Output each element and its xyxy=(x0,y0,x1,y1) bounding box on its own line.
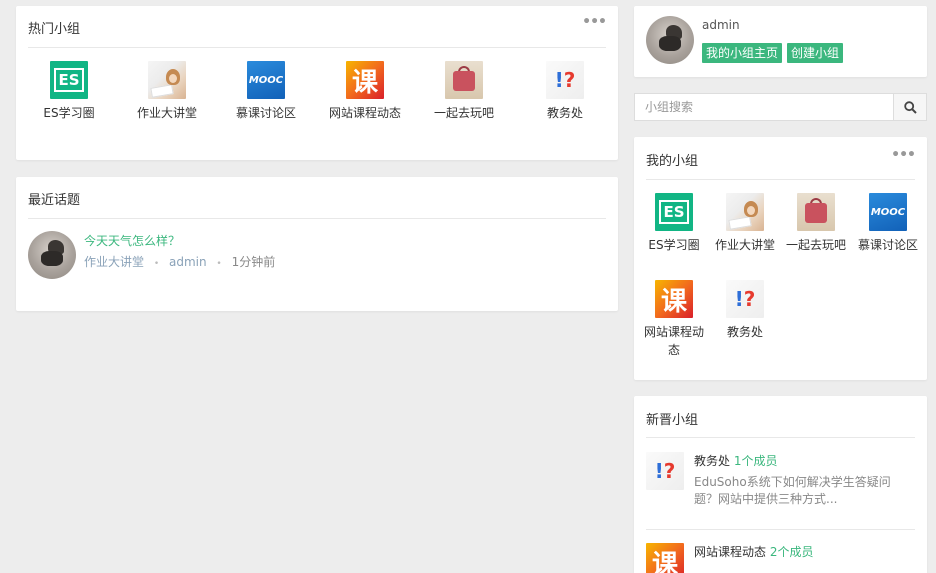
ke-character-icon: 课 xyxy=(346,61,384,99)
topic-meta: 作业大讲堂 • admin • 1分钟前 xyxy=(84,253,275,270)
user-name[interactable]: admin xyxy=(702,18,740,32)
my-group-item[interactable]: MOOC 慕课讨论区 xyxy=(854,193,922,254)
mooc-logo-icon: MOOC xyxy=(869,193,907,231)
new-group-header: 教务处 1个成员 xyxy=(694,452,777,469)
search-button[interactable] xyxy=(893,93,927,121)
new-group-item[interactable]: 课 网站课程动态 2个成员 xyxy=(646,543,916,573)
new-group-name[interactable]: 网站课程动态 xyxy=(694,545,766,559)
group-name: 慕课讨论区 xyxy=(235,106,296,120)
new-group-name[interactable]: 教务处 xyxy=(694,454,730,468)
my-group-home-button[interactable]: 我的小组主页 xyxy=(702,43,783,63)
group-name: 网站课程动态 xyxy=(643,325,704,357)
suitcase-photo-icon xyxy=(445,61,483,99)
separator: • xyxy=(153,259,160,269)
topic-group-link[interactable]: 作业大讲堂 xyxy=(84,255,144,269)
recent-topics-panel: 最近话题 今天天气怎么样？ 作业大讲堂 • admin • 1分钟前 xyxy=(16,177,618,311)
new-groups-title: 新晋小组 xyxy=(646,413,699,428)
group-name: 一起去玩吧 xyxy=(433,106,494,120)
group-name: 作业大讲堂 xyxy=(136,106,197,120)
user-avatar[interactable] xyxy=(646,16,694,64)
group-name: 网站课程动态 xyxy=(328,106,401,120)
new-group-item[interactable]: !? 教务处 1个成员 EduSoho系统下如何解决学生答疑问题？网站中提供三种… xyxy=(646,452,916,512)
group-name: 慕课讨论区 xyxy=(857,238,918,252)
new-group-members: 1个成员 xyxy=(733,454,778,468)
my-groups-title: 我的小组 xyxy=(646,154,699,169)
new-group-desc: EduSoho系统下如何解决学生答疑问题？网站中提供三种方式... xyxy=(694,475,891,506)
es-logo-icon: ES xyxy=(655,193,693,231)
divider xyxy=(646,179,915,180)
recent-topics-title: 最近话题 xyxy=(28,193,81,208)
suitcase-photo-icon xyxy=(797,193,835,231)
question-exclaim-icon: !? xyxy=(726,280,764,318)
group-name: ES学习圈 xyxy=(43,106,95,120)
hot-group-item[interactable]: 一起去玩吧 xyxy=(415,61,513,122)
user-card: admin 我的小组主页 创建小组 xyxy=(634,6,927,77)
student-photo-icon xyxy=(726,193,764,231)
search-icon xyxy=(903,100,917,114)
my-group-item[interactable]: 课 网站课程动态 xyxy=(640,280,708,359)
divider xyxy=(646,529,915,530)
group-name: ES学习圈 xyxy=(648,238,700,252)
question-exclaim-icon: !? xyxy=(646,452,684,490)
new-group-header: 网站课程动态 2个成员 xyxy=(694,543,813,560)
my-groups-more-icon[interactable]: ••• xyxy=(891,147,916,163)
question-exclaim-icon: !? xyxy=(546,61,584,99)
my-group-item[interactable]: ES ES学习圈 xyxy=(640,193,708,254)
separator: • xyxy=(216,259,222,269)
new-group-members: 2个成员 xyxy=(769,545,814,559)
group-name: 一起去玩吧 xyxy=(785,238,846,252)
divider xyxy=(28,218,606,219)
topic-author-link[interactable]: admin xyxy=(169,255,207,269)
hot-groups-title: 热门小组 xyxy=(28,22,81,37)
new-groups-panel: 新晋小组 !? 教务处 1个成员 EduSoho系统下如何解决学生答疑问题？网站… xyxy=(634,396,927,573)
hot-groups-more-icon[interactable]: ••• xyxy=(582,14,607,30)
ke-character-icon: 课 xyxy=(655,280,693,318)
avatar[interactable] xyxy=(28,231,76,279)
my-groups-panel: 我的小组 ••• ES ES学习圈 作业大讲堂 一起去玩吧 MOOC 慕课讨论区… xyxy=(634,137,927,380)
mooc-logo-icon: MOOC xyxy=(247,61,285,99)
my-group-item[interactable]: !? 教务处 xyxy=(711,280,779,341)
create-group-button[interactable]: 创建小组 xyxy=(787,43,844,63)
ke-character-icon: 课 xyxy=(646,543,684,573)
group-name: 作业大讲堂 xyxy=(714,238,775,252)
student-photo-icon xyxy=(148,61,186,99)
group-search-input[interactable]: 小组搜索 xyxy=(634,93,894,121)
my-group-item[interactable]: 一起去玩吧 xyxy=(782,193,850,254)
hot-group-item[interactable]: MOOC 慕课讨论区 xyxy=(217,61,315,122)
hot-group-item[interactable]: 课 网站课程动态 xyxy=(316,61,414,122)
hot-groups-panel: 热门小组 ••• ES ES学习圈 作业大讲堂 MOOC 慕课讨论区 课 网站课… xyxy=(16,6,618,160)
divider xyxy=(646,437,915,438)
topic-time: 1分钟前 xyxy=(231,255,276,269)
topic-title-link[interactable]: 今天天气怎么样？ xyxy=(84,232,180,249)
group-name: 教务处 xyxy=(546,106,583,120)
hot-group-item[interactable]: ES ES学习圈 xyxy=(20,61,118,122)
divider xyxy=(28,47,606,48)
es-logo-icon: ES xyxy=(50,61,88,99)
group-name: 教务处 xyxy=(726,325,763,339)
hot-group-item[interactable]: 作业大讲堂 xyxy=(118,61,216,122)
my-group-item[interactable]: 作业大讲堂 xyxy=(711,193,779,254)
hot-group-item[interactable]: !? 教务处 xyxy=(516,61,614,122)
